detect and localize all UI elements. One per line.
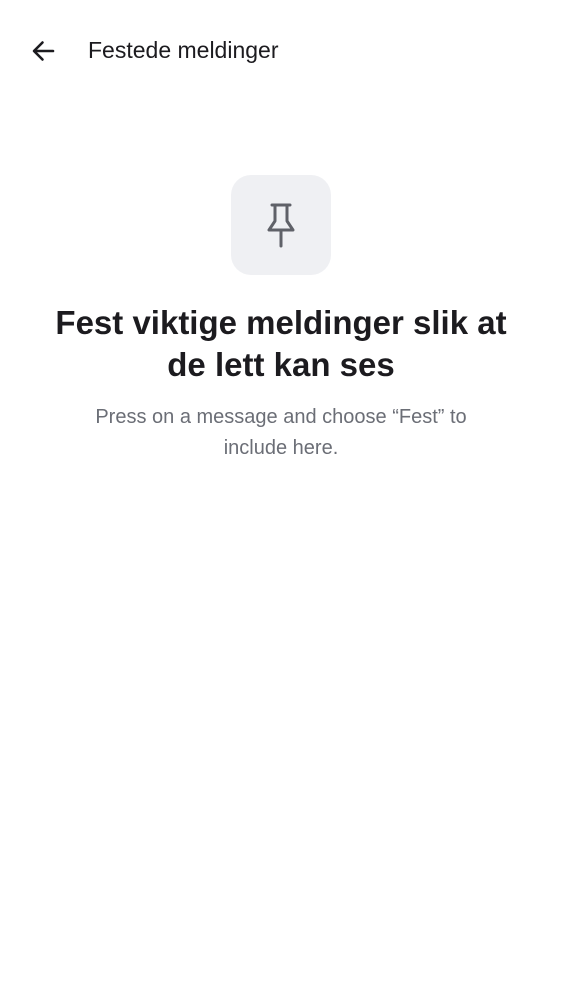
app-bar: Festede meldinger: [0, 0, 562, 100]
empty-state-heading: Fest viktige meldinger slik at de lett k…: [55, 304, 507, 383]
back-button[interactable]: [22, 30, 64, 72]
page-title: Festede meldinger: [88, 37, 279, 63]
empty-state-subtext: Press on a message and choose “Fest” to …: [95, 406, 467, 459]
arrow-left-icon: [32, 41, 55, 61]
pin-icon-tile: [231, 175, 331, 275]
pin-icon: [267, 203, 295, 248]
empty-state: Fest viktige meldinger slik at de lett k…: [0, 175, 562, 464]
